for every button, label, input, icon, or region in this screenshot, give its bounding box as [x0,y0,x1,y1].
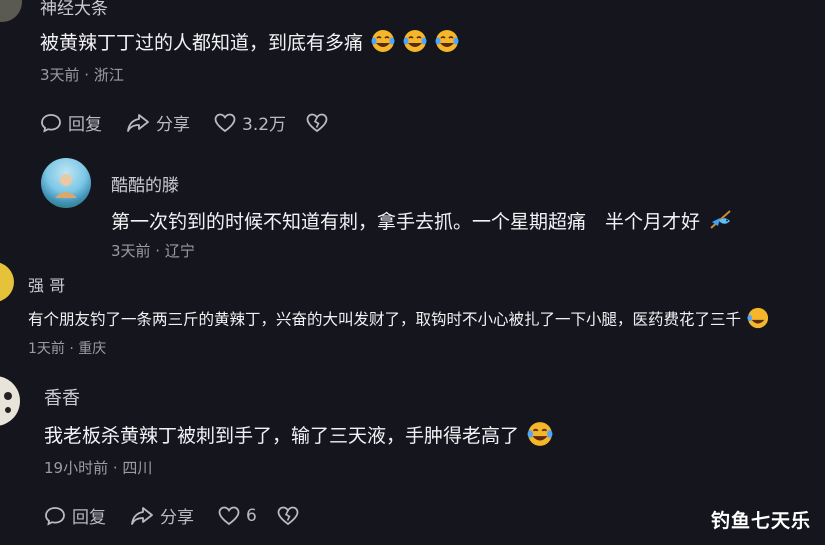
avatar-comment-4[interactable] [0,376,20,426]
comment-4-text: 我老板杀黄辣丁被刺到手了，输了三天液，手肿得老高了 [44,421,553,452]
broken-heart-icon [277,506,299,525]
reply-button[interactable]: 回复 [40,110,102,135]
comment-4-meta: 19小时前 · 四川 [44,459,153,477]
heart-icon [214,113,236,132]
comment-3-author[interactable]: 强 哥 [28,272,65,296]
broken-heart-icon [306,113,328,132]
dislike-button[interactable] [306,113,334,133]
share-label: 分享 [160,508,194,528]
like-count: 6 [246,505,257,526]
reply-icon [41,113,61,133]
crying-laughing-emoji-icon [527,421,553,452]
share-button[interactable]: 分享 [126,110,190,135]
comment-1-meta: 3天前 · 浙江 [40,66,124,84]
comment-1-text: 被黄辣丁丁过的人都知道，到底有多痛 [40,28,459,58]
comment-2-meta: 3天前 · 辽宁 [111,242,195,260]
comment-4-body: 我老板杀黄辣丁被刺到手了，输了三天液，手肿得老高了 [44,425,520,447]
crying-laughing-emoji-icon [435,29,459,58]
crying-laughing-emoji-icon [747,307,769,333]
reply-label: 回复 [68,115,102,135]
fishing-emoji-icon [708,208,734,237]
comment-3-body: 有个朋友钓了一条两三斤的黄辣丁，兴奋的大叫发财了，取钩时不小心被扎了一下小腿，医… [28,310,742,329]
reply-label: 回复 [72,508,106,528]
like-button[interactable]: 3.2万 [214,110,286,135]
like-count: 3.2万 [242,115,287,135]
reply-button[interactable]: 回复 [44,503,106,528]
share-icon [131,506,153,525]
dislike-button[interactable] [277,506,305,526]
comment-4-actions: 回复 分享 6 [44,503,329,528]
avatar-comment-2[interactable] [41,158,91,208]
comment-4-author[interactable]: 香香 [44,384,80,410]
comment-1-actions: 回复 分享 3.2万 [40,110,358,135]
crying-laughing-emoji-icon [371,29,395,58]
heart-icon [218,506,240,525]
comment-2-text: 第一次钓到的时候不知道有刺，拿手去抓。一个星期超痛 半个月才好 [111,207,734,237]
comment-3-meta: 1天前 · 重庆 [28,341,107,357]
share-label: 分享 [156,115,190,135]
crying-laughing-emoji-icon [403,29,427,58]
reply-icon [45,506,65,526]
comment-1-body: 被黄辣丁丁过的人都知道，到底有多痛 [40,32,364,54]
comment-3-text: 有个朋友钓了一条两三斤的黄辣丁，兴奋的大叫发财了，取钩时不小心被扎了一下小腿，医… [28,307,769,333]
avatar-comment-1[interactable] [0,0,22,22]
comment-1-author[interactable]: 神经大条 [40,0,108,19]
share-button[interactable]: 分享 [130,503,194,528]
comment-2-author[interactable]: 酷酷的滕 [111,171,179,196]
share-icon [127,113,149,132]
watermark: 钓鱼七天乐 [710,510,811,532]
avatar-comment-3[interactable] [0,262,14,302]
like-button[interactable]: 6 [218,506,257,526]
comment-2-body: 第一次钓到的时候不知道有刺，拿手去抓。一个星期超痛 半个月才好 [111,211,701,233]
